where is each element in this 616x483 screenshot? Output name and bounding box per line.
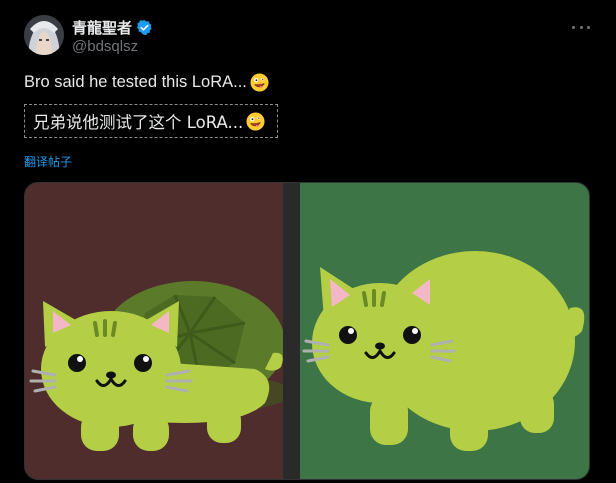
zany-face-emoji-icon — [246, 111, 265, 131]
user-handle[interactable]: @bdsqlsz — [72, 38, 138, 55]
translated-text: 兄弟说他测试了这个 LoRA... — [33, 113, 244, 132]
translation-box: 兄弟说他测试了这个 LoRA... — [24, 104, 278, 138]
dot — [587, 25, 590, 29]
translate-post-link[interactable]: 翻译帖子 — [24, 153, 72, 170]
avatar-image — [24, 15, 64, 55]
cat-turtle-with-shell-illustration — [29, 281, 283, 451]
avatar[interactable] — [24, 15, 64, 55]
display-name[interactable]: 青龍聖者 — [72, 17, 132, 38]
dot — [579, 25, 583, 29]
image-cat-turtle-with-shell[interactable] — [25, 183, 283, 479]
dot — [572, 25, 575, 29]
zany-face-emoji-icon — [250, 73, 269, 92]
cat-turtle-without-shell-illustration — [302, 251, 585, 451]
tweet-text-content: Bro said he tested this LoRA... — [24, 73, 247, 91]
tweet-text: Bro said he tested this LoRA... — [24, 73, 269, 92]
media-attachment[interactable] — [24, 182, 590, 480]
image-cat-turtle-without-shell[interactable] — [300, 183, 589, 479]
more-options-icon[interactable] — [572, 18, 590, 36]
verified-badge-icon — [136, 20, 152, 35]
display-name-row[interactable]: 青龍聖者 — [72, 17, 153, 38]
